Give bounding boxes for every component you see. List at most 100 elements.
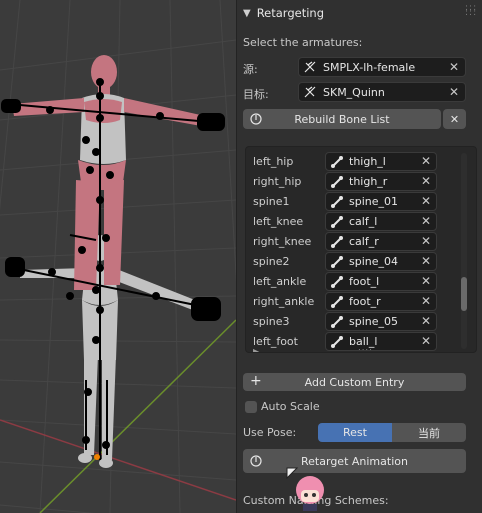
add-custom-entry-label: Add Custom Entry bbox=[304, 375, 405, 389]
x-icon[interactable]: ✕ bbox=[421, 254, 431, 268]
source-bone-name: left_knee bbox=[253, 215, 304, 228]
x-icon[interactable]: ✕ bbox=[449, 85, 459, 99]
bone-map-row: spine3 spine_05 ✕ bbox=[246, 312, 476, 332]
clear-bone-list-button[interactable]: ✕ bbox=[443, 109, 466, 129]
target-bone-name: thigh_l bbox=[349, 155, 386, 168]
source-label: 源: bbox=[243, 63, 258, 76]
bone-map-row: left_knee calf_l ✕ bbox=[246, 212, 476, 232]
source-bone-name: spine2 bbox=[253, 255, 290, 268]
pose-current-option[interactable]: 当前 bbox=[392, 423, 466, 442]
x-icon[interactable]: ✕ bbox=[421, 274, 431, 288]
source-bone-name: left_hip bbox=[253, 155, 294, 168]
bone-icon bbox=[331, 315, 343, 328]
target-bone-field[interactable]: thigh_r ✕ bbox=[325, 172, 437, 191]
bone-map-row: right_ankle foot_r ✕ bbox=[246, 292, 476, 312]
armature-icon bbox=[304, 86, 316, 98]
armature-icon bbox=[304, 61, 316, 73]
select-armatures-label: Select the armatures: bbox=[243, 36, 363, 49]
target-bone-field[interactable]: foot_r ✕ bbox=[325, 292, 437, 311]
target-bone-name: thigh_r bbox=[349, 175, 388, 188]
origin-point bbox=[94, 454, 100, 460]
target-bone-name: calf_l bbox=[349, 215, 378, 228]
target-armature-value: SKM_Quinn bbox=[323, 85, 385, 99]
bone-icon bbox=[331, 195, 343, 208]
chevron-down-icon[interactable]: ▼ bbox=[243, 8, 251, 19]
bone-map-row: spine1 spine_01 ✕ bbox=[246, 192, 476, 212]
3d-viewport[interactable] bbox=[0, 0, 236, 513]
target-bone-name: foot_r bbox=[349, 295, 381, 308]
bone-icon bbox=[331, 295, 343, 308]
x-icon[interactable]: ✕ bbox=[449, 60, 459, 74]
target-bone-field[interactable]: calf_l ✕ bbox=[325, 212, 437, 231]
bone-icon bbox=[331, 335, 343, 348]
x-icon[interactable]: ✕ bbox=[421, 234, 431, 248]
x-icon: ✕ bbox=[449, 112, 460, 126]
pose-current-label: 当前 bbox=[418, 426, 440, 440]
rebuild-bone-list-label: Rebuild Bone List bbox=[294, 112, 390, 126]
expand-arrow-icon[interactable]: ▶ bbox=[253, 347, 259, 352]
x-icon[interactable]: ✕ bbox=[421, 294, 431, 308]
rebuild-bone-list-button[interactable]: Rebuild Bone List bbox=[243, 109, 441, 129]
target-bone-name: spine_01 bbox=[349, 195, 399, 208]
target-bone-field[interactable]: thigh_l ✕ bbox=[325, 152, 437, 171]
bone-icon bbox=[331, 235, 343, 248]
list-scrollbar-track[interactable] bbox=[461, 153, 467, 349]
refresh-icon bbox=[250, 113, 262, 125]
bone-map-row: left_hip thigh_l ✕ bbox=[246, 152, 476, 172]
x-icon[interactable]: ✕ bbox=[421, 154, 431, 168]
bone-mapping-list[interactable]: left_hip thigh_l ✕ right_hip thigh_r ✕ spine1 s… bbox=[245, 146, 477, 353]
target-bone-field[interactable]: foot_l ✕ bbox=[325, 272, 437, 291]
bone-icon bbox=[331, 275, 343, 288]
auto-scale-checkbox[interactable] bbox=[245, 401, 257, 413]
mascot-image bbox=[286, 467, 324, 511]
source-bone-name: right_hip bbox=[253, 175, 302, 188]
drag-handle-icon[interactable]: :::::: bbox=[465, 4, 476, 18]
pose-rest-label: Rest bbox=[343, 426, 367, 439]
panel-title: Retargeting bbox=[256, 6, 325, 20]
target-bone-field[interactable]: spine_05 ✕ bbox=[325, 312, 437, 331]
source-bone-name: right_ankle bbox=[253, 295, 315, 308]
target-label: 目标: bbox=[243, 88, 269, 101]
bone-map-row: left_ankle foot_l ✕ bbox=[246, 272, 476, 292]
bone-icon bbox=[331, 175, 343, 188]
resize-handle-icon[interactable]: :::: bbox=[358, 346, 373, 352]
refresh-icon bbox=[250, 455, 262, 467]
target-bone-name: spine_04 bbox=[349, 255, 399, 268]
x-icon[interactable]: ✕ bbox=[421, 214, 431, 228]
target-bone-field[interactable]: calf_r ✕ bbox=[325, 232, 437, 251]
viewport-scene bbox=[0, 0, 236, 513]
target-bone-name: calf_r bbox=[349, 235, 379, 248]
bone-map-row: spine2 spine_04 ✕ bbox=[246, 252, 476, 272]
source-armature-value: SMPLX-lh-female bbox=[323, 60, 416, 74]
source-bone-name: spine1 bbox=[253, 195, 290, 208]
x-icon[interactable]: ✕ bbox=[421, 314, 431, 328]
panel-header[interactable]: ▼ Retargeting :::::: bbox=[237, 0, 482, 26]
source-bone-name: spine3 bbox=[253, 315, 290, 328]
target-bone-field[interactable]: spine_01 ✕ bbox=[325, 192, 437, 211]
bone-map-row: right_knee calf_r ✕ bbox=[246, 232, 476, 252]
source-armature-field[interactable]: SMPLX-lh-female ✕ bbox=[298, 57, 466, 77]
bone-icon bbox=[331, 215, 343, 228]
add-custom-entry-button[interactable]: + Add Custom Entry bbox=[243, 373, 466, 391]
x-icon[interactable]: ✕ bbox=[421, 174, 431, 188]
target-bone-field[interactable]: ball_l ✕ bbox=[325, 332, 437, 351]
plus-icon: + bbox=[250, 373, 262, 389]
retargeting-panel: ▼ Retargeting :::::: Select the armature… bbox=[236, 0, 482, 513]
bone-icon bbox=[331, 255, 343, 268]
y-axis-line bbox=[39, 319, 236, 513]
target-bone-name: spine_05 bbox=[349, 315, 399, 328]
x-icon[interactable]: ✕ bbox=[421, 334, 431, 348]
use-pose-label: Use Pose: bbox=[243, 426, 297, 439]
target-bone-field[interactable]: spine_04 ✕ bbox=[325, 252, 437, 271]
pose-rest-option[interactable]: Rest bbox=[318, 423, 392, 442]
target-bone-name: foot_l bbox=[349, 275, 380, 288]
target-armature-field[interactable]: SKM_Quinn ✕ bbox=[298, 82, 466, 102]
auto-scale-label: Auto Scale bbox=[261, 400, 320, 413]
retarget-animation-button[interactable]: Retarget Animation bbox=[243, 449, 466, 473]
source-bone-name: left_ankle bbox=[253, 275, 307, 288]
bone-icon bbox=[331, 155, 343, 168]
bone-map-row: right_hip thigh_r ✕ bbox=[246, 172, 476, 192]
x-icon[interactable]: ✕ bbox=[421, 194, 431, 208]
list-scrollbar-thumb[interactable] bbox=[461, 277, 467, 311]
source-bone-name: left_foot bbox=[253, 335, 298, 348]
